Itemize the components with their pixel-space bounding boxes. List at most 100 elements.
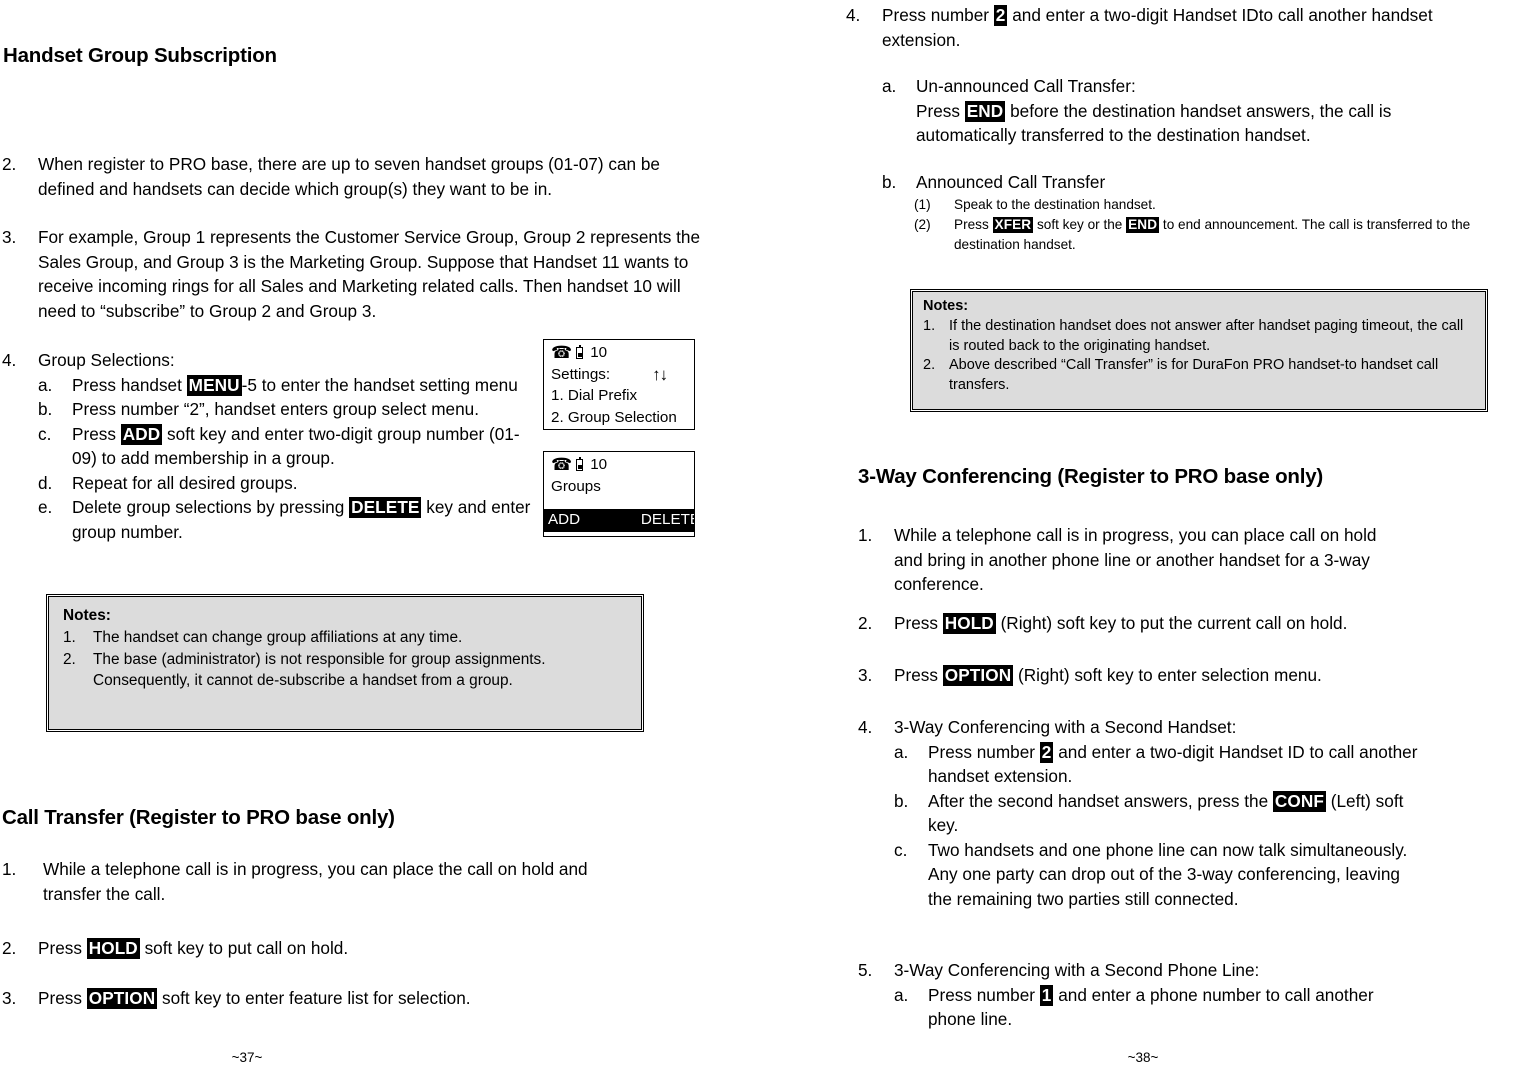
softkey-label-option: OPTION (86, 988, 158, 1009)
notes-marker: 1. (63, 629, 76, 646)
section-title-call-transfer: Call Transfer (Register to PRO base only… (2, 806, 395, 829)
text-pre: Press (894, 665, 943, 685)
list-item: 4. Press number 2 and enter a two-digit … (846, 3, 1486, 52)
list-item: a. Un-announced Call Transfer: Press END… (882, 74, 1482, 148)
key-label-2: 2 (993, 5, 1008, 26)
list-marker: (2) (914, 216, 931, 232)
conferencing-item5-block: 5. 3-Way Conferencing with a Second Phon… (858, 958, 1418, 1032)
notes-box: Notes: 1. If the destination handset doe… (910, 289, 1488, 412)
phone-icon: ☎ (551, 343, 573, 363)
list-marker: 3. (2, 227, 17, 247)
list-item: e. Delete group selections by pressing D… (38, 495, 532, 544)
list-item: 4. Group Selections: (2, 348, 532, 373)
notes-item: 2. Above described “Call Transfer” is fo… (923, 356, 1477, 395)
lcd-menu-item-1: 1. Dial Prefix (551, 387, 638, 404)
notes-item: 1. The handset can change group affiliat… (63, 627, 631, 649)
list-item: 5. 3-Way Conferencing with a Second Phon… (858, 958, 1418, 983)
list-item: a. Press number 2 and enter a two-digit … (894, 740, 1418, 789)
list-marker: 4. (858, 717, 873, 737)
key-label-1: 1 (1039, 984, 1054, 1006)
list-text: Press HOLD (Right) soft key to put the c… (894, 611, 1458, 636)
list-marker: b. (882, 172, 897, 192)
lcd-softkey-row: ADD DELETE (544, 509, 694, 532)
notes-text: Above described “Call Transfer” is for D… (949, 357, 1439, 393)
list-marker: 3. (2, 988, 17, 1008)
text-post: (Right) soft key to enter selection menu… (1013, 665, 1322, 685)
key-label-end: END (964, 100, 1006, 122)
text-pre: Press (954, 216, 993, 232)
handset-id: 10 (590, 344, 608, 361)
list-text: Repeat for all desired groups. (72, 472, 298, 493)
list-item: 3. For example, Group 1 represents the C… (2, 225, 702, 323)
softkey-label-hold: HOLD (86, 938, 140, 959)
list-text: Press OPTION soft key to enter feature l… (38, 986, 642, 1011)
list-item: b. After the second handset answers, pre… (894, 789, 1418, 838)
softkey-label-delete: DELETE (349, 497, 422, 518)
battery-icon (576, 344, 584, 359)
list-text: Un-announced Call Transfer: Press END be… (916, 74, 1482, 148)
lcd-line-settings: Settings: ↑↓ (544, 364, 694, 386)
notes-text: The handset can change group affiliation… (93, 629, 463, 646)
battery-icon (576, 456, 584, 471)
list-text: Speak to the destination handset. (954, 196, 1156, 212)
page-left: Handset Group Subscription 2. When regis… (0, 0, 762, 1078)
text-post: soft key to enter feature list for selec… (157, 988, 471, 1008)
list-item: (1) Speak to the destination handset. (914, 195, 1492, 215)
list-text: Press number 2 and enter a two-digit Han… (928, 740, 1418, 789)
list-item: 2. Press HOLD (Right) soft key to put th… (858, 611, 1458, 636)
list-item: 1. While a telephone call is in progress… (2, 857, 642, 906)
list-marker: 1. (858, 525, 873, 545)
list-marker: c. (894, 839, 908, 860)
page-title: Handset Group Subscription (3, 44, 277, 67)
list-text: While a telephone call is in progress, y… (894, 525, 1377, 594)
group-selections-block: 4. Group Selections: a. Press handset ME… (2, 348, 532, 544)
list-marker: 4. (2, 350, 17, 370)
notes-item: 1. If the destination handset does not a… (923, 317, 1477, 356)
text-post: (Right) soft key to put the current call… (995, 613, 1348, 633)
notes-marker: 2. (63, 650, 76, 668)
notes-marker: 1. (923, 318, 936, 334)
text-mid: soft key or the (1033, 216, 1127, 232)
list-marker: c. (38, 423, 52, 444)
text-pre: Press (38, 938, 87, 958)
lcd-screen-groups: ☎ 10 Groups ADD DELETE (543, 451, 695, 537)
list-item: b. Press number “2”, handset enters grou… (38, 397, 532, 422)
list-text: Group Selections: (38, 350, 175, 370)
lcd-status-bar: ☎ 10 (544, 340, 694, 364)
list-text: Press number “2”, handset enters group s… (72, 399, 479, 419)
sub-item-block-b: b. Announced Call Transfer (1) Speak to … (882, 170, 1492, 255)
up-down-arrow-icon: ↑↓ (652, 364, 668, 384)
text-pre: Press number (882, 5, 994, 25)
lcd-screen-settings: ☎ 10 Settings: ↑↓ 1. Dial Prefix 2. Grou… (543, 339, 695, 430)
list-marker: b. (894, 790, 909, 811)
list-text: Delete group selections by pressing DELE… (72, 495, 532, 544)
list-item: c. Two handsets and one phone line can n… (894, 838, 1418, 912)
list-marker: 2. (2, 154, 17, 174)
list-marker: (1) (914, 196, 931, 212)
text-pre: Press number (928, 984, 1040, 1005)
page-right: 4. Press number 2 and enter a two-digit … (762, 0, 1524, 1078)
list-marker: a. (894, 984, 909, 1005)
sub-item-title: Announced Call Transfer (916, 172, 1106, 192)
notes-text: If the destination handset does not answ… (949, 318, 1464, 354)
list-text: Two handsets and one phone line can now … (928, 839, 1408, 909)
notes-title: Notes: (63, 607, 111, 624)
text-pre: Delete group selections by pressing (72, 497, 350, 517)
softkey-label-conf: CONF (1272, 790, 1326, 812)
list-marker: b. (38, 399, 53, 419)
page-number-left: ~37~ (231, 1050, 263, 1065)
softkey-label-menu: MENU (186, 374, 242, 396)
softkey-delete-button[interactable]: DELETE (624, 509, 694, 532)
list-text: After the second handset answers, press … (928, 789, 1418, 838)
list-item: c. Press ADD soft key and enter two-digi… (38, 422, 532, 471)
phone-icon: ☎ (551, 455, 573, 475)
list-text: Press XFER soft key or the END to end an… (954, 215, 1492, 255)
handset-id: 10 (590, 456, 608, 473)
softkey-label-xfer: XFER (992, 216, 1034, 233)
list-text: While a telephone call is in progress, y… (43, 859, 588, 904)
list-item: 1. While a telephone call is in progress… (858, 523, 1388, 597)
list-item: d. Repeat for all desired groups. (38, 471, 532, 496)
softkey-add-button[interactable]: ADD (544, 509, 624, 532)
sub-item-block-a: a. Un-announced Call Transfer: Press END… (882, 74, 1482, 148)
list-item: 2. When register to PRO base, there are … (2, 152, 702, 201)
